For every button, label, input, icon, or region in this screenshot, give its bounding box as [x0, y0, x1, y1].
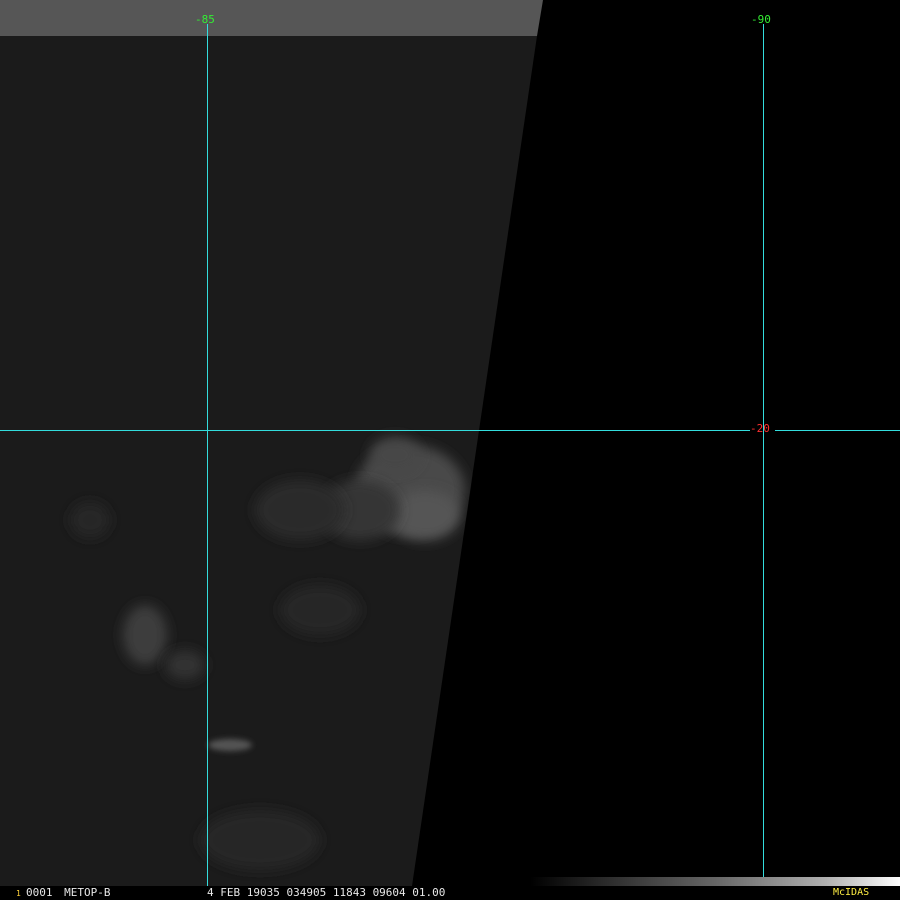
- timestamp-line: 4 FEB 19035 034905 11843 09604 01.00: [207, 886, 446, 899]
- swath-top-strip: [0, 0, 543, 36]
- cloud: [370, 437, 420, 473]
- cloud: [255, 480, 345, 540]
- cloud: [123, 605, 167, 665]
- frame-number: 0001: [26, 886, 53, 899]
- satellite-imagery: [0, 0, 900, 900]
- satellite-image-viewer: -85 -90 -20 1 0001 METOP-B 4 FEB 19035 0…: [0, 0, 900, 900]
- satellite-name: METOP-B: [64, 886, 111, 899]
- longitude-label: -90: [751, 13, 771, 26]
- cloud: [390, 490, 460, 540]
- cloud: [208, 739, 252, 751]
- frame-info: 0001 METOP-B: [14, 887, 110, 899]
- cloud: [165, 650, 205, 680]
- longitude-label: -85: [195, 13, 215, 26]
- cloud: [280, 585, 360, 635]
- mcidas-brand: McIDAS: [833, 887, 870, 898]
- cloud: [70, 502, 110, 538]
- latitude-label: -20: [750, 422, 770, 435]
- cloud: [200, 810, 320, 870]
- status-bar: [0, 886, 900, 900]
